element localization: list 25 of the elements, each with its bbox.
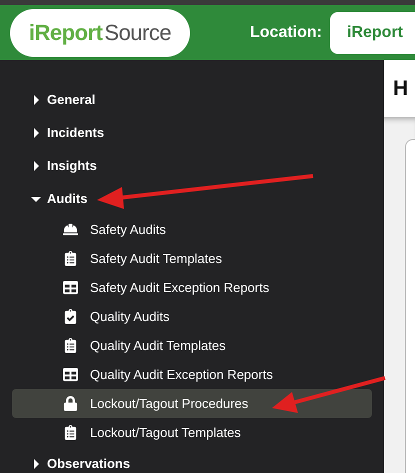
sidebar-group[interactable]: Insights xyxy=(0,149,384,182)
sidebar-item[interactable]: Quality Audits xyxy=(12,302,372,331)
sidebar-item[interactable]: Quality Audit Exception Reports xyxy=(12,360,372,389)
lock-icon xyxy=(62,396,78,411)
sidebar-item[interactable]: Lockout/Tagout Procedures xyxy=(12,389,372,418)
page-heading: H xyxy=(392,76,410,102)
location-label: Location: xyxy=(250,24,322,42)
sidebar-item[interactable]: Quality Audit Templates xyxy=(12,331,372,360)
table-icon xyxy=(62,280,78,295)
clipboard-icon xyxy=(62,425,78,440)
sidebar-group[interactable]: Observations xyxy=(0,447,384,473)
clipboard-icon xyxy=(62,338,78,353)
sidebar-item[interactable]: Safety Audits xyxy=(12,215,372,244)
location-select[interactable]: iReport xyxy=(330,12,415,54)
table-icon xyxy=(62,367,78,382)
hard-hat-icon xyxy=(62,222,78,237)
sidebar-item[interactable]: Lockout/Tagout Templates xyxy=(12,418,372,447)
sidebar-group[interactable]: Audits xyxy=(0,182,384,215)
sidebar-item[interactable]: Safety Audit Exception Reports xyxy=(12,273,372,302)
sidebar-group[interactable]: Incidents xyxy=(0,116,384,149)
clipboard-icon xyxy=(62,251,78,266)
logo[interactable]: iReportSource xyxy=(10,8,190,56)
sidebar-group[interactable]: General xyxy=(0,83,384,116)
sidebar-item[interactable]: Safety Audit Templates xyxy=(12,244,372,273)
clipboard-check-icon xyxy=(62,309,78,324)
